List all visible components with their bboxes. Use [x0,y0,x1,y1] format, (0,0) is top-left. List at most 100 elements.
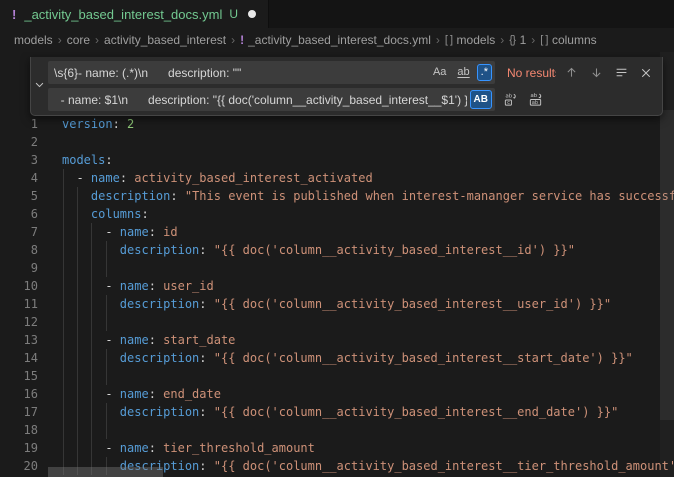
code-text[interactable]: description: "{{ doc('column__activity_b… [62,403,674,421]
breadcrumb-item[interactable]: activity_based_interest [104,33,226,47]
code-line[interactable]: 1 version: 2 [0,115,674,133]
breadcrumb-item[interactable]: {}1 [509,33,526,47]
code-line[interactable]: 14 description: "{{ doc('column__activit… [0,349,674,367]
breadcrumb-separator: › [500,33,504,47]
toggle-replace-button[interactable] [31,61,48,111]
breadcrumb-separator: › [58,33,62,47]
code-line[interactable]: 3 models: [0,151,674,169]
code-line[interactable]: 9 [0,259,674,277]
code-text[interactable]: description: "{{ doc('column__activity_b… [62,241,674,259]
modified-dot-icon[interactable] [248,10,256,18]
indent-guide [91,403,92,421]
line-number[interactable]: 2 [0,133,38,151]
code-text[interactable] [62,313,674,331]
breadcrumb-item[interactable]: [ ]columns [540,33,596,47]
next-match-button[interactable] [586,63,606,83]
code-text[interactable]: - name: activity_based_interest_activate… [62,169,674,187]
line-number[interactable]: 9 [0,259,38,277]
line-number[interactable]: 15 [0,367,38,385]
code-text[interactable] [62,259,674,277]
horizontal-scrollbar-thumb[interactable] [48,467,163,477]
code-text[interactable] [62,421,674,439]
replace-button[interactable]: ab c [500,90,520,110]
line-number[interactable]: 13 [0,331,38,349]
code-text[interactable]: - name: id [62,223,674,241]
code-line[interactable]: 17 description: "{{ doc('column__activit… [0,403,674,421]
close-find-button[interactable] [636,63,656,83]
find-input[interactable]: \s{6}- name: (.*)\n description: "" Aa a… [48,61,495,84]
line-number[interactable]: 10 [0,277,38,295]
code-line[interactable]: 12 [0,313,674,331]
replace-all-icon-button[interactable]: ab ab [525,90,545,110]
line-number[interactable]: 1 [0,115,38,133]
indent-guide [63,367,64,385]
breadcrumb-item[interactable]: models [14,33,53,47]
code-line[interactable]: 11 description: "{{ doc('column__activit… [0,295,674,313]
line-number[interactable]: 5 [0,187,38,205]
line-number[interactable]: 6 [0,205,38,223]
line-number[interactable]: 12 [0,313,38,331]
find-in-selection-button[interactable] [611,63,631,83]
code-text[interactable]: - name: user_id [62,277,674,295]
line-number[interactable]: 11 [0,295,38,313]
code-line[interactable]: 10 - name: user_id [0,277,674,295]
indent-guide [63,205,64,223]
line-number[interactable]: 7 [0,223,38,241]
breadcrumb-item[interactable]: [ ]models [445,33,495,47]
code-line[interactable]: 13 - name: start_date [0,331,674,349]
symbol-icon: [ ] [445,34,453,46]
line-number[interactable]: 19 [0,439,38,457]
line-number[interactable]: 8 [0,241,38,259]
vertical-scrollbar-thumb[interactable] [660,110,674,420]
code-line[interactable]: 4 - name: activity_based_interest_activa… [0,169,674,187]
editor[interactable]: 1version: 223models:4 - name: activity_b… [0,52,674,477]
line-number[interactable]: 18 [0,421,38,439]
line-number[interactable]: 14 [0,349,38,367]
code-line[interactable]: 19 - name: tier_threshold_amount [0,439,674,457]
code-text[interactable]: columns: [62,205,674,223]
replace-input-value[interactable]: - name: $1\n description: "{{ doc('colum… [54,93,467,107]
code-line[interactable]: 6 columns: [0,205,674,223]
warning-icon: ! [240,33,244,47]
previous-match-button[interactable] [561,63,581,83]
indent-guide [77,367,78,385]
code-line[interactable]: 7 - name: id [0,223,674,241]
match-case-button[interactable]: Aa [429,64,450,81]
preserve-case-button[interactable]: AB [470,90,492,109]
line-number[interactable]: 16 [0,385,38,403]
code-text[interactable]: models: [62,151,674,169]
breadcrumb-separator: › [436,33,440,47]
line-number[interactable]: 17 [0,403,38,421]
code-line[interactable]: 8 description: "{{ doc('column__activity… [0,241,674,259]
find-input-value[interactable]: \s{6}- name: (.*)\n description: "" [54,66,426,80]
regex-button[interactable]: .* [477,64,492,81]
code-line[interactable]: 16 - name: end_date [0,385,674,403]
code-line[interactable]: 2 [0,133,674,151]
code-text[interactable]: description: "{{ doc('column__activity_b… [62,295,674,313]
horizontal-scrollbar[interactable] [48,467,660,477]
line-number[interactable]: 3 [0,151,38,169]
code-text[interactable]: description: "This event is published wh… [62,187,674,205]
replace-input[interactable]: - name: $1\n description: "{{ doc('colum… [48,88,495,111]
breadcrumb-item[interactable]: core [67,33,90,47]
code-text[interactable]: - name: tier_threshold_amount [62,439,674,457]
indent-guide [91,223,92,241]
code-line[interactable]: 18 [0,421,674,439]
code-text[interactable]: - name: start_date [62,331,674,349]
code-text[interactable] [62,367,674,385]
vertical-scrollbar[interactable] [660,52,674,477]
whole-word-button[interactable]: ab [453,64,473,81]
indent-guide [91,295,92,313]
line-number[interactable]: 20 [0,457,38,475]
indent-guide [91,421,92,439]
code-text[interactable]: - name: end_date [62,385,674,403]
code-line[interactable]: 5 description: "This event is published … [0,187,674,205]
breadcrumb-label: models [14,33,53,47]
code-text[interactable]: version: 2 [62,115,674,133]
line-number[interactable]: 4 [0,169,38,187]
code-line[interactable]: 15 [0,367,674,385]
code-text[interactable] [62,133,674,151]
breadcrumb-item[interactable]: !_activity_based_interest_docs.yml [240,33,431,47]
code-text[interactable]: description: "{{ doc('column__activity_b… [62,349,674,367]
tab-active[interactable]: ! _activity_based_interest_docs.yml U [0,0,269,28]
